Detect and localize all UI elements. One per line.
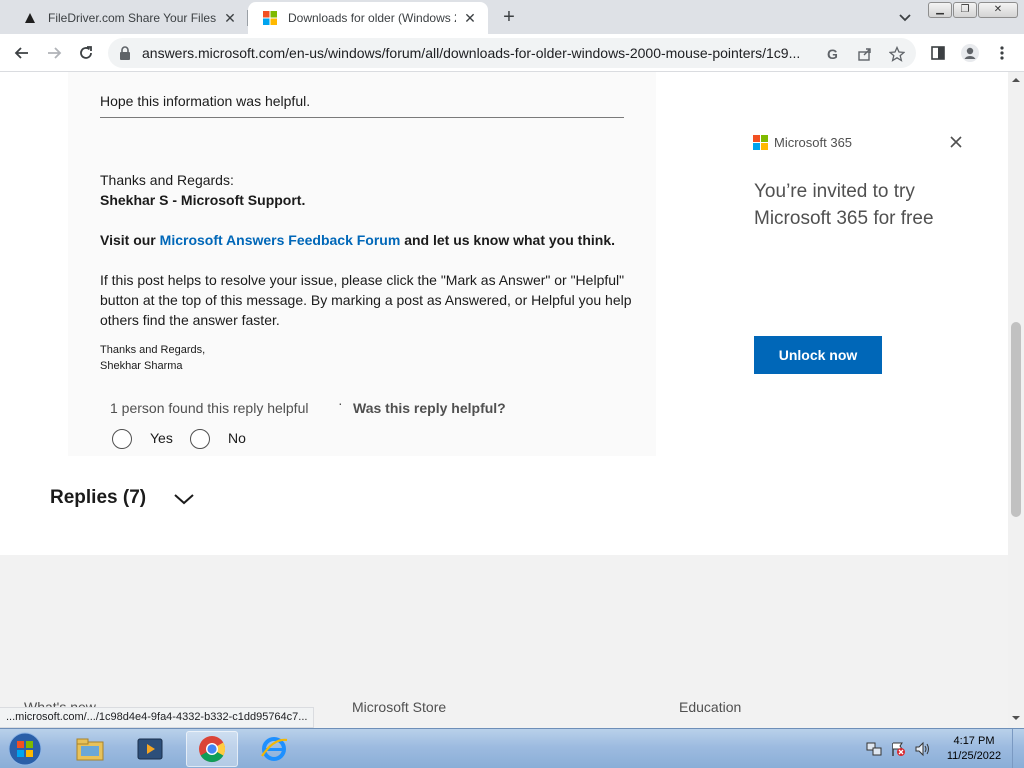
microsoft-logo-icon (262, 10, 278, 26)
close-icon[interactable]: ✕ (462, 10, 478, 26)
show-desktop-button[interactable] (1012, 729, 1024, 768)
media-player-icon[interactable] (124, 731, 176, 767)
more-menu-icon[interactable] (992, 43, 1012, 63)
volume-icon[interactable] (914, 741, 930, 757)
scroll-thumb[interactable] (1011, 322, 1021, 517)
scroll-down-icon (1012, 716, 1020, 720)
url-text[interactable]: answers.microsoft.com/en-us/windows/foru… (142, 45, 822, 61)
microsoft-logo-icon (753, 135, 769, 151)
minimize-button[interactable]: ▁ (928, 2, 952, 18)
chrome-icon[interactable] (186, 731, 238, 767)
side-panel-icon[interactable] (928, 43, 948, 63)
helpful-count: 1 person found this reply helpful (110, 400, 309, 416)
clock-time: 4:17 PM (953, 735, 995, 747)
network-icon[interactable] (866, 741, 882, 757)
small-signature: Thanks and Regards, Shekhar Sharma (100, 342, 205, 374)
visit-suffix: and let us know what you think. (400, 232, 615, 248)
new-tab-button[interactable]: + (498, 6, 520, 28)
helpful-text: Hope this information was helpful. (100, 93, 311, 109)
svg-text:G: G (827, 46, 838, 62)
ad-brand: Microsoft 365 (774, 135, 853, 150)
forward-button[interactable] (42, 41, 66, 65)
browser-toolbar: answers.microsoft.com/en-us/windows/foru… (0, 34, 1024, 72)
divider (100, 117, 624, 118)
no-label[interactable]: No (228, 430, 246, 446)
feedback-forum-link[interactable]: Microsoft Answers Feedback Forum (160, 232, 401, 248)
tab-title: Downloads for older (Windows 2 (288, 11, 456, 25)
tab-strip: FileDriver.com Share Your Files, G ✕ Dow… (0, 0, 1024, 34)
star-icon[interactable] (888, 45, 906, 63)
lock-icon[interactable] (118, 45, 132, 66)
start-button[interactable] (4, 731, 46, 767)
unlock-now-button[interactable]: Unlock now (754, 336, 882, 374)
triangle-icon (22, 10, 38, 26)
address-bar[interactable]: answers.microsoft.com/en-us/windows/foru… (108, 38, 916, 68)
windows-explorer-icon[interactable] (64, 731, 116, 767)
chevron-down-icon[interactable] (896, 8, 914, 26)
back-button[interactable] (10, 41, 34, 65)
helpful-question: Was this reply helpful? (353, 400, 506, 416)
system-clock[interactable]: 4:17 PM 11/25/2022 (940, 734, 1008, 764)
separator-dot: · (338, 395, 343, 411)
arrow-right-icon (48, 47, 62, 59)
replies-heading[interactable]: Replies (7) (50, 487, 146, 509)
status-bubble: ...microsoft.com/.../1c98d4e4-9fa4-4332-… (0, 707, 315, 728)
chevron-down-icon[interactable] (172, 490, 196, 508)
scrollbar[interactable] (1008, 72, 1024, 728)
profile-avatar-icon[interactable] (960, 43, 980, 63)
answer-card (68, 72, 656, 456)
feedback-paragraph: Visit our Microsoft Answers Feedback For… (100, 230, 620, 250)
signature-name: Shekhar S - Microsoft Support. (100, 192, 306, 208)
page-viewport: Hope this information was helpful. Thank… (0, 72, 1008, 728)
close-icon[interactable]: ✕ (222, 10, 238, 26)
action-center-icon[interactable] (890, 741, 906, 757)
small-name: Shekhar Sharma (100, 360, 183, 372)
window-close-button[interactable]: ✕ (978, 2, 1018, 18)
google-icon[interactable]: G (824, 45, 842, 63)
tab-title: FileDriver.com Share Your Files, G (48, 11, 216, 25)
tab-downloads[interactable]: Downloads for older (Windows 2 ✕ (248, 2, 488, 34)
arrow-left-icon (14, 47, 28, 59)
ad-headline: You’re invited to try Microsoft 365 for … (754, 181, 934, 229)
no-radio[interactable] (190, 429, 210, 449)
mark-answer-paragraph: If this post helps to resolve your issue… (100, 272, 632, 328)
close-icon[interactable] (947, 133, 965, 151)
signature-block: Thanks and Regards: Shekhar S - Microsof… (100, 170, 305, 210)
yes-radio[interactable] (112, 429, 132, 449)
thanks-line: Thanks and Regards: (100, 172, 234, 188)
restore-button[interactable]: ❐ (953, 2, 977, 18)
clock-date: 11/25/2022 (946, 750, 1002, 762)
taskbar: 4:17 PM 11/25/2022 (0, 728, 1024, 768)
reload-button[interactable] (74, 41, 98, 65)
reload-icon (80, 46, 92, 59)
tab-filedriver[interactable]: FileDriver.com Share Your Files, G ✕ (8, 2, 248, 34)
scroll-up-icon (1012, 78, 1020, 82)
internet-explorer-icon[interactable] (248, 731, 300, 767)
yes-label[interactable]: Yes (150, 430, 173, 446)
share-icon[interactable] (856, 45, 874, 63)
footer-education[interactable]: Education (679, 699, 741, 715)
small-thanks: Thanks and Regards, (100, 344, 206, 356)
visit-prefix: Visit our (100, 232, 160, 248)
footer-microsoft-store[interactable]: Microsoft Store (352, 699, 446, 715)
